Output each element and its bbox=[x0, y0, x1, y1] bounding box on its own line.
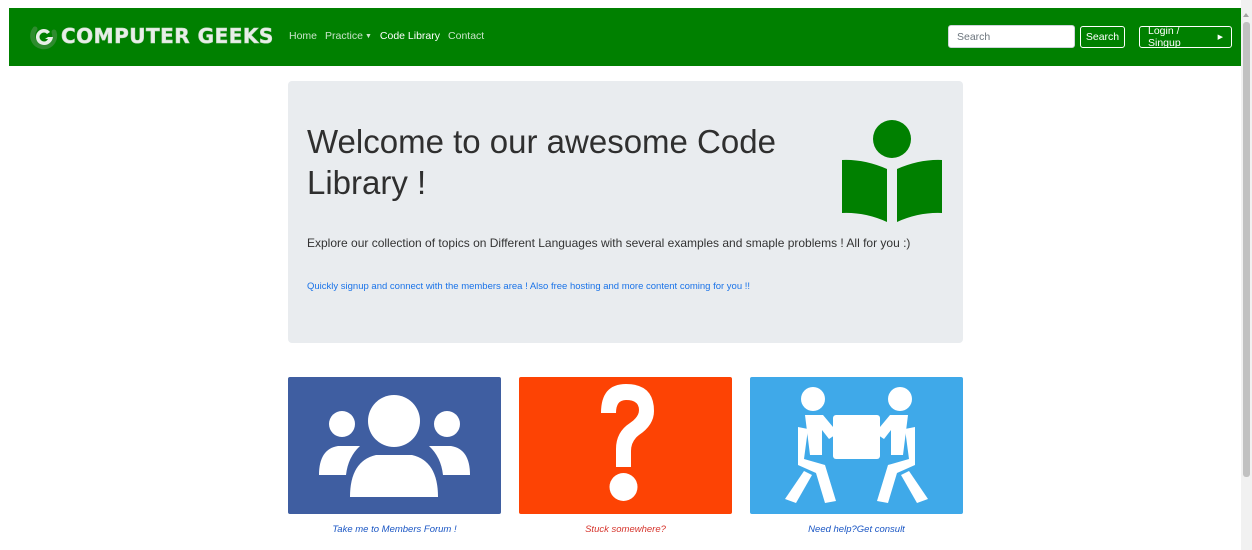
nav-link-home[interactable]: Home bbox=[289, 30, 317, 42]
stuck-somewhere-link[interactable]: Stuck somewhere? bbox=[519, 524, 732, 535]
brand-name: COMPUTER GEEKS bbox=[61, 24, 274, 49]
nav-link-contact[interactable]: Contact bbox=[448, 30, 484, 42]
brand-logo-icon bbox=[29, 21, 59, 51]
scroll-thumb[interactable] bbox=[1243, 22, 1250, 477]
nav-link-practice[interactable]: Practice ▼ bbox=[325, 30, 372, 42]
people-carrying-box-icon bbox=[785, 387, 928, 503]
brand[interactable]: COMPUTER GEEKS bbox=[29, 21, 274, 51]
jumbotron: Welcome to our awesome Code Library ! Ex… bbox=[288, 81, 963, 343]
login-signup-label: Login / Singup bbox=[1148, 25, 1181, 49]
nav-link-code-library[interactable]: Code Library bbox=[380, 30, 440, 42]
question-mark-icon bbox=[601, 384, 654, 501]
reader-book-icon bbox=[839, 119, 945, 225]
users-group-icon bbox=[319, 395, 470, 497]
need-help-link[interactable]: Need help?Get consult bbox=[750, 524, 963, 535]
login-signup-button[interactable]: Login / Singup ▶ bbox=[1139, 25, 1232, 49]
members-forum-link[interactable]: Take me to Members Forum ! bbox=[288, 524, 501, 535]
stuck-somewhere-card[interactable] bbox=[519, 377, 732, 514]
jumbotron-signup-link[interactable]: Quickly signup and connect with the memb… bbox=[307, 281, 947, 292]
caret-right-icon: ▶ bbox=[1217, 34, 1223, 41]
caret-down-icon: ▼ bbox=[364, 33, 372, 40]
need-help-card[interactable] bbox=[750, 377, 963, 514]
scroll-up-arrow-icon[interactable] bbox=[1243, 13, 1249, 17]
search-input[interactable] bbox=[948, 25, 1075, 48]
nav-links: Home Practice ▼ Code Library Contact bbox=[289, 30, 492, 42]
jumbotron-lead: Explore our collection of topics on Diff… bbox=[307, 236, 911, 250]
top-navbar: COMPUTER GEEKS Home Practice ▼ Code Libra… bbox=[9, 8, 1241, 66]
members-forum-card[interactable] bbox=[288, 377, 501, 514]
nav-link-practice-label: Practice bbox=[325, 30, 363, 42]
jumbotron-title: Welcome to our awesome Code Library ! bbox=[307, 123, 776, 201]
search-button[interactable]: Search bbox=[1080, 26, 1125, 48]
